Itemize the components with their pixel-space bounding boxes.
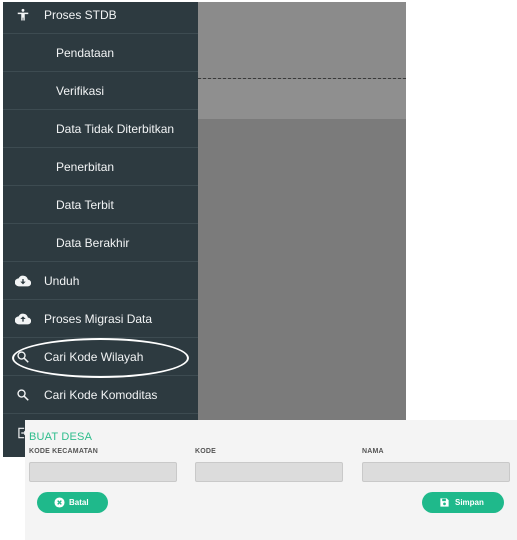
field-label-nama: NAMA bbox=[362, 448, 384, 455]
sidebar-item-pendataan[interactable]: Pendataan bbox=[3, 34, 198, 72]
highlight-circle bbox=[12, 338, 189, 378]
cancel-button[interactable]: Batal bbox=[37, 492, 108, 513]
form-title: BUAT DESA bbox=[29, 431, 93, 443]
sidebar-item-label: Penerbitan bbox=[56, 159, 115, 174]
sidebar-item-verifikasi[interactable]: Verifikasi bbox=[3, 72, 198, 110]
sidebar-item-label: Cari Kode Komoditas bbox=[44, 387, 158, 402]
sidebar: Proses STDB Pendataan Verifikasi Data Ti… bbox=[3, 2, 198, 457]
sidebar-item-proses-migrasi-data[interactable]: Proses Migrasi Data bbox=[3, 300, 198, 338]
accessibility-icon bbox=[15, 7, 31, 23]
kode-input[interactable] bbox=[195, 462, 343, 482]
sidebar-item-label: Data Terbit bbox=[56, 197, 114, 212]
save-icon bbox=[439, 497, 450, 508]
cloud-download-icon bbox=[15, 273, 31, 289]
main-header-area bbox=[198, 2, 406, 78]
cancel-button-label: Batal bbox=[69, 498, 89, 507]
sidebar-item-label: Verifikasi bbox=[56, 83, 105, 98]
field-label-kode-kecamatan: KODE KECAMATAN bbox=[29, 448, 99, 455]
save-button[interactable]: Simpan bbox=[422, 492, 504, 513]
kode-kecamatan-input[interactable] bbox=[29, 462, 177, 482]
close-circle-icon bbox=[54, 497, 65, 508]
search-icon bbox=[15, 387, 31, 403]
nama-input[interactable] bbox=[362, 462, 510, 482]
sidebar-item-label: Data Tidak Diterbitkan bbox=[56, 121, 175, 136]
sidebar-item-label: Unduh bbox=[44, 273, 80, 288]
sidebar-item-cari-kode-komoditas[interactable]: Cari Kode Komoditas bbox=[3, 376, 198, 414]
sidebar-item-label: Data Berakhir bbox=[56, 235, 130, 250]
sidebar-item-data-berakhir[interactable]: Data Berakhir bbox=[3, 224, 198, 262]
sidebar-item-unduh[interactable]: Unduh bbox=[3, 262, 198, 300]
field-label-kode: KODE bbox=[195, 448, 217, 455]
create-village-form: BUAT DESA KODE KECAMATAN KODE NAMA Batal… bbox=[25, 420, 517, 540]
cloud-upload-icon bbox=[15, 311, 31, 327]
save-button-label: Simpan bbox=[455, 498, 484, 507]
sidebar-item-label: Proses STDB bbox=[44, 7, 117, 22]
sidebar-item-proses-stdb[interactable]: Proses STDB bbox=[3, 2, 198, 34]
sidebar-item-label: Proses Migrasi Data bbox=[44, 311, 153, 326]
sidebar-item-label: Pendataan bbox=[56, 45, 115, 60]
main-band bbox=[198, 79, 406, 119]
app-screenshot: Proses STDB Pendataan Verifikasi Data Ti… bbox=[3, 2, 406, 457]
sidebar-item-penerbitan[interactable]: Penerbitan bbox=[3, 148, 198, 186]
main-content bbox=[198, 119, 406, 457]
sidebar-item-data-terbit[interactable]: Data Terbit bbox=[3, 186, 198, 224]
sidebar-item-data-tidak-diterbitkan[interactable]: Data Tidak Diterbitkan bbox=[3, 110, 198, 148]
